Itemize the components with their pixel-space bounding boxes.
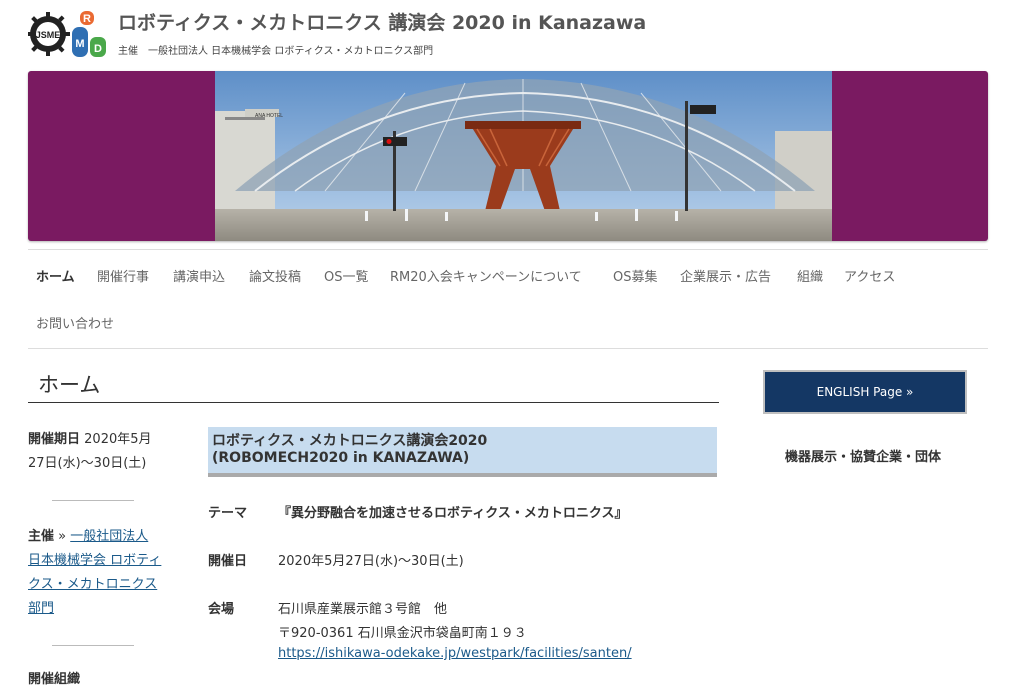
- site-organizer: 主催 一般社団法人 日本機械学会 ロボティクス・メカトロニクス部門: [118, 42, 433, 57]
- nav-item-os-list[interactable]: OS一覧: [324, 266, 369, 285]
- nav-item-home[interactable]: ホーム: [36, 266, 75, 285]
- rmd-logo-icon: R M D: [72, 11, 106, 57]
- nav-item-access[interactable]: アクセス: [844, 266, 895, 285]
- organizer-name: 一般社団法人 日本機械学会 ロボティクス・メカトロニクス部門: [148, 46, 434, 57]
- svg-text:D: D: [94, 43, 102, 55]
- date-label: 開催期日: [28, 432, 81, 447]
- nav-item-exhibition[interactable]: 企業展示・広告: [680, 266, 771, 285]
- svg-text:ANA HOTEL: ANA HOTEL: [255, 113, 283, 119]
- nav-item-rm20-campaign[interactable]: RM20入会キャンペーンについて: [390, 266, 582, 285]
- event-date-value: 2020年5月27日(水)〜30日(土): [278, 554, 464, 569]
- kanazawa-station-photo: ANA HOTEL: [215, 71, 832, 241]
- nav-item-events[interactable]: 開催行事: [97, 266, 149, 285]
- header-banner: ANA HOTEL: [28, 71, 988, 241]
- event-date-label: 開催日: [208, 554, 248, 569]
- event-title-box: ロボティクス・メカトロニクス講演会2020 (ROBOMECH2020 in K…: [208, 427, 717, 477]
- sponsors-heading: 機器展示・協賛企業・団体: [784, 450, 941, 465]
- date-info: 開催期日 2020年5月27日(水)〜30日(土): [28, 428, 163, 476]
- svg-text:JSME: JSME: [36, 30, 61, 40]
- venue-label: 会場: [208, 602, 235, 617]
- host-label: 主催: [28, 529, 55, 544]
- main-nav: ホーム 開催行事 講演申込 論文投稿 OS一覧 RM20入会キャンペーンについて…: [28, 249, 988, 349]
- organization-label: 開催組織: [28, 672, 81, 687]
- theme-value: 『異分野融合を加速させるロボティクス・メカトロニクス』: [278, 506, 628, 521]
- divider: [52, 500, 134, 501]
- nav-item-paper-submission[interactable]: 論文投稿: [249, 266, 301, 285]
- venue-name: 石川県産業展示館３号館 他: [278, 602, 448, 617]
- venue-url: https://ishikawa-odekake.jp/westpark/fac…: [278, 646, 632, 661]
- nav-item-os-call[interactable]: OS募集: [613, 266, 658, 285]
- site-logo[interactable]: JSME R M D: [26, 9, 108, 61]
- svg-text:R: R: [83, 13, 91, 25]
- nav-item-contact[interactable]: お問い合わせ: [36, 313, 114, 332]
- english-page-button[interactable]: ENGLISH Page »: [763, 370, 967, 414]
- organizer-label: 主催: [118, 46, 138, 57]
- event-title: ロボティクス・メカトロニクス講演会2020: [212, 433, 488, 449]
- event-info-sidebar: 開催期日 2020年5月27日(水)〜30日(土) 主催 » 一般社団法人 日本…: [28, 428, 163, 687]
- host-info: 主催 » 一般社団法人 日本機械学会 ロボティクス・メカトロニクス部門: [28, 525, 163, 621]
- nav-item-organization[interactable]: 組織: [797, 266, 823, 285]
- page-title: ホーム: [28, 368, 719, 403]
- venue-link[interactable]: https://ishikawa-odekake.jp/westpark/fac…: [278, 646, 632, 661]
- event-subtitle: (ROBOMECH2020 in KANAZAWA): [212, 450, 470, 466]
- host-arrow: »: [54, 529, 71, 544]
- jsme-gear-icon: JSME: [26, 12, 70, 56]
- theme-label: テーマ: [208, 506, 248, 521]
- divider: [52, 645, 134, 646]
- venue-address: 〒920-0361 石川県金沢市袋畠町南１９３: [278, 626, 527, 641]
- svg-text:M: M: [75, 38, 84, 50]
- site-title[interactable]: ロボティクス・メカトロニクス 講演会 2020 in Kanazawa: [118, 8, 646, 35]
- nav-item-registration[interactable]: 講演申込: [173, 266, 225, 285]
